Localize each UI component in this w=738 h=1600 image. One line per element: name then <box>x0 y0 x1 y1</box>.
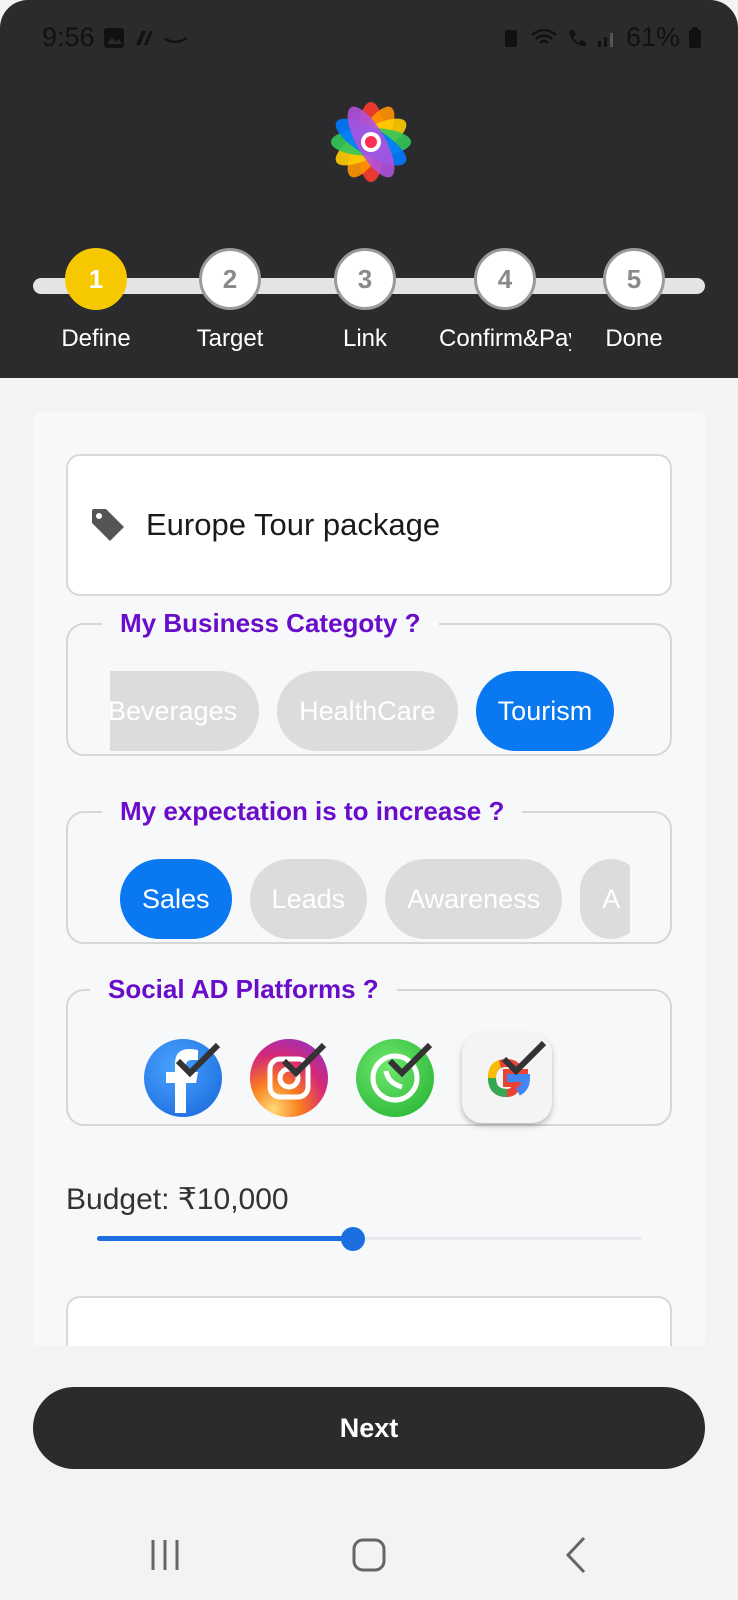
gallery-icon <box>103 27 124 48</box>
chip-partial[interactable]: A <box>580 859 630 939</box>
app-logo <box>331 102 411 182</box>
step-label: Done <box>605 325 663 352</box>
battery-icon <box>689 26 701 48</box>
step-label: Link <box>342 325 388 352</box>
status-time: 9:56 <box>42 22 95 52</box>
budget-slider[interactable] <box>97 1220 641 1260</box>
ad-title-value: Europe Tour package <box>146 507 441 542</box>
step-number: 1 <box>65 248 127 310</box>
battery-saver-icon <box>504 29 517 47</box>
platforms-legend: Social AD Platforms ? <box>108 974 379 1004</box>
next-button[interactable]: Next <box>33 1387 705 1469</box>
facebook-icon[interactable] <box>144 1039 222 1117</box>
slider-thumb[interactable] <box>340 1227 365 1251</box>
system-nav-bar <box>0 1500 738 1600</box>
signal-icon <box>597 32 613 47</box>
step-confirm-pay[interactable]: 4 Confirm&Pay <box>439 248 571 368</box>
check-icon <box>501 1040 547 1076</box>
chip-awareness[interactable]: Awareness <box>385 859 563 939</box>
platform-list <box>144 1033 552 1123</box>
slider-fill <box>97 1236 353 1241</box>
check-icon <box>387 1042 433 1078</box>
budget-label: Budget: ₹10,000 <box>66 1183 289 1216</box>
ad-form-card: Europe Tour package My Business Categoty… <box>33 412 705 1346</box>
expectation-group: My expectation is to increase ? Sales Lea… <box>66 796 672 944</box>
business-category-group: My Business Categoty ? Beverages HealthCa… <box>66 608 672 756</box>
call-icon <box>568 29 586 46</box>
step-number: 2 <box>199 248 261 310</box>
step-number: 4 <box>474 248 536 310</box>
status-bar: 9:56 61% <box>42 22 702 58</box>
instagram-icon[interactable] <box>250 1039 328 1117</box>
expectation-chips: Sales Leads Awareness A <box>120 859 630 939</box>
next-field[interactable] <box>66 1296 672 1346</box>
chip-leads[interactable]: Leads <box>249 859 368 939</box>
step-label: Target <box>196 325 264 352</box>
step-link[interactable]: 3 Link <box>305 248 425 368</box>
progress-stepper: 1 Define 2 Target 3 Link 4 Confirm&Pay 5… <box>33 248 705 378</box>
step-target[interactable]: 2 Target <box>170 248 290 368</box>
step-define[interactable]: 1 Define <box>36 248 156 368</box>
wifi-icon <box>531 28 557 44</box>
chip-tourism[interactable]: Tourism <box>475 671 615 751</box>
home-icon[interactable] <box>344 1530 394 1580</box>
step-done[interactable]: 5 Done <box>574 248 694 368</box>
ad-title-input[interactable]: Europe Tour package <box>66 454 672 596</box>
battery-percent: 61% <box>625 22 680 52</box>
recent-apps-icon[interactable] <box>140 1530 190 1580</box>
tag-icon <box>92 509 124 541</box>
step-number: 5 <box>603 248 665 310</box>
whatsapp-icon[interactable] <box>356 1039 434 1117</box>
expectation-legend: My expectation is to increase ? <box>120 796 505 826</box>
check-icon <box>175 1042 221 1078</box>
business-category-chips: Beverages HealthCare Tourism <box>110 671 630 751</box>
app-header: 9:56 61% 1 Define 2 Target 3 Link 4 Conf… <box>0 0 738 378</box>
google-icon[interactable] <box>462 1033 552 1123</box>
back-icon[interactable] <box>552 1530 602 1580</box>
step-number: 3 <box>334 248 396 310</box>
amazon-icon <box>163 36 188 43</box>
business-category-legend: My Business Categoty ? <box>120 608 421 638</box>
platforms-group: Social AD Platforms ? <box>66 974 672 1126</box>
step-label: Define <box>61 325 131 352</box>
check-icon <box>281 1042 327 1078</box>
step-label: Confirm&Pay <box>439 325 571 352</box>
chip-beverages[interactable]: Beverages <box>110 671 260 751</box>
app-notification-icon <box>135 30 153 45</box>
chip-sales[interactable]: Sales <box>120 859 232 939</box>
chip-healthcare[interactable]: HealthCare <box>277 671 458 751</box>
